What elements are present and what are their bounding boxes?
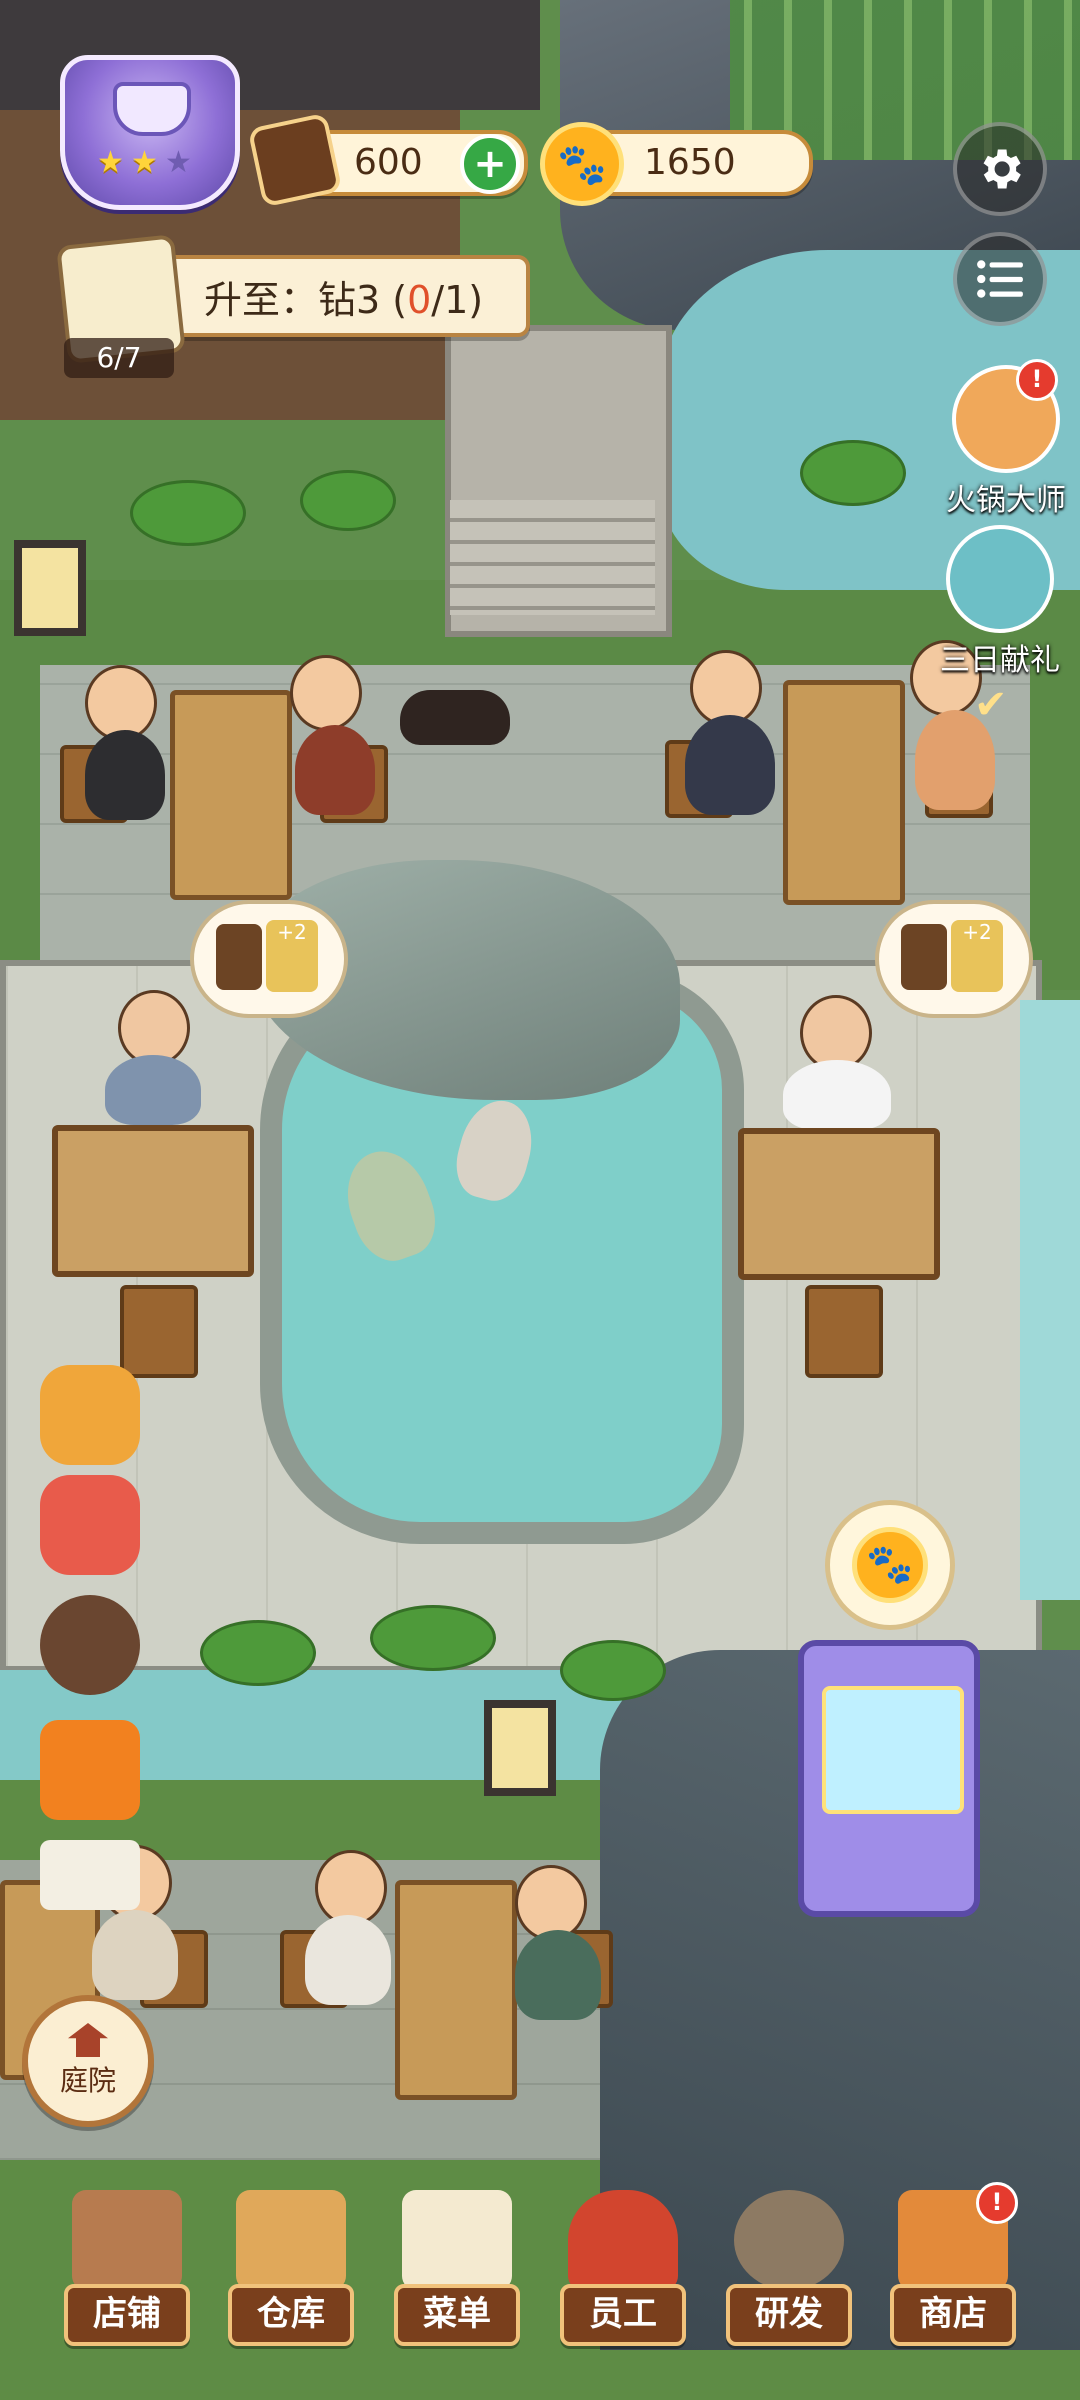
research-pot-icon [734, 2190, 844, 2290]
customer-body [105, 1055, 201, 1125]
lantern [484, 1700, 556, 1796]
nav-label: 研发 [726, 2284, 852, 2346]
nav-staff[interactable]: 员工 [558, 2190, 688, 2390]
stone-stairs [450, 500, 655, 615]
event-three-day-gift[interactable]: 三日献礼 [940, 525, 1060, 679]
quest-progress-current: 0 [407, 278, 432, 322]
paw-coin-icon: 🐾 [540, 122, 624, 206]
rank-star-empty-icon: ★ [165, 145, 192, 180]
claw-machine-glass [822, 1686, 964, 1814]
pagoda-icon [68, 2023, 108, 2057]
three-day-gift-icon [946, 525, 1054, 633]
nav-research[interactable]: 研发 [724, 2190, 854, 2390]
couple-customers-icon[interactable] [40, 1595, 140, 1695]
task-list-button[interactable] [953, 232, 1047, 326]
event-label: 三日献礼 [940, 643, 1060, 678]
lily-pad [800, 440, 906, 506]
courtyard-button[interactable]: 庭院 [22, 1995, 154, 2127]
paw-coin-icon: 🐾 [852, 1527, 928, 1603]
customer-body [783, 1060, 891, 1130]
mystery-card-icon [216, 924, 262, 990]
dining-table[interactable] [783, 680, 905, 905]
chestnut-icon [247, 112, 343, 208]
rank-star-icon: ★ [97, 145, 124, 180]
customer[interactable] [290, 655, 362, 731]
nav-label: 菜单 [394, 2284, 520, 2346]
chair [120, 1285, 198, 1378]
reward-card-icon: +2 [266, 920, 318, 992]
open-book-icon[interactable] [40, 1840, 140, 1910]
quest-prefix: 升至：钻3 ( [204, 278, 408, 322]
lily-pad [560, 1640, 666, 1701]
dining-table[interactable] [170, 690, 292, 900]
coin-bubble[interactable]: 🐾 [825, 1500, 955, 1630]
customer-body [515, 1930, 601, 2020]
quest-progress-suffix: /1) [431, 278, 484, 322]
lily-pad [370, 1605, 496, 1671]
nav-label: 仓库 [228, 2284, 354, 2346]
dachshund-pet[interactable] [400, 690, 510, 745]
nav-shop[interactable]: 店铺 [62, 2190, 192, 2390]
taxi-delivery-icon[interactable] [40, 1365, 140, 1465]
event-hotpot-master[interactable]: 火锅大师 ! [946, 359, 1066, 519]
customer-body [295, 725, 375, 815]
lily-pad [130, 480, 246, 546]
quest-task-counter: 6/7 [64, 338, 174, 378]
right-waterfall [1020, 1000, 1080, 1600]
nav-warehouse[interactable]: 仓库 [226, 2190, 356, 2390]
lily-pad [300, 470, 396, 531]
nav-label: 店铺 [64, 2284, 190, 2346]
reward-plus-label: +2 [962, 920, 992, 944]
alert-badge-icon: ! [976, 2182, 1018, 2224]
alert-badge-icon: ! [1016, 359, 1058, 401]
lily-pad [200, 1620, 316, 1686]
list-icon [977, 260, 1023, 298]
order-bubble[interactable]: +2 [190, 900, 348, 1018]
add-chestnut-button[interactable]: + [460, 134, 520, 194]
dining-table[interactable] [395, 1880, 517, 2100]
reward-plus-label: +2 [277, 920, 307, 944]
order-bubble[interactable]: +2 [875, 900, 1033, 1018]
rank-badge[interactable]: ★ ★ ★ [60, 55, 240, 210]
chestnut-amount: 600 [354, 142, 423, 183]
menu-clipboard-icon [402, 2190, 512, 2290]
reward-card-icon: +2 [951, 920, 1003, 992]
mystery-card-icon [901, 924, 947, 990]
customer-body [685, 715, 775, 815]
paw-coin-amount: 1650 [644, 142, 736, 183]
settings-button[interactable] [953, 122, 1047, 216]
dining-table[interactable] [52, 1125, 254, 1277]
event-label: 火锅大师 [946, 483, 1066, 518]
lantern [14, 540, 86, 636]
gear-icon [983, 149, 1021, 189]
nav-menu[interactable]: 菜单 [392, 2190, 522, 2390]
staff-girl-icon [568, 2190, 678, 2290]
chair [805, 1285, 883, 1378]
shop-building-icon [72, 2190, 182, 2290]
hotpot-rank-icon [113, 82, 191, 136]
courtyard-label: 庭院 [59, 2064, 116, 2097]
chevron-down-icon[interactable]: ✔ [974, 685, 1024, 725]
customer-body [92, 1910, 178, 2000]
claw-machine[interactable] [798, 1640, 980, 1917]
customer-body [305, 1915, 391, 2005]
warehouse-boxes-icon [236, 2190, 346, 2290]
nav-label: 员工 [560, 2284, 686, 2346]
rank-star-icon: ★ [131, 145, 158, 180]
dining-table[interactable] [738, 1128, 940, 1280]
nav-label: 商店 [890, 2284, 1016, 2346]
nav-store[interactable]: 商店 ! [888, 2182, 1018, 2390]
customer-body [85, 730, 165, 820]
gift-box-icon[interactable] [40, 1720, 140, 1820]
delivery-rider-icon[interactable] [40, 1475, 140, 1575]
